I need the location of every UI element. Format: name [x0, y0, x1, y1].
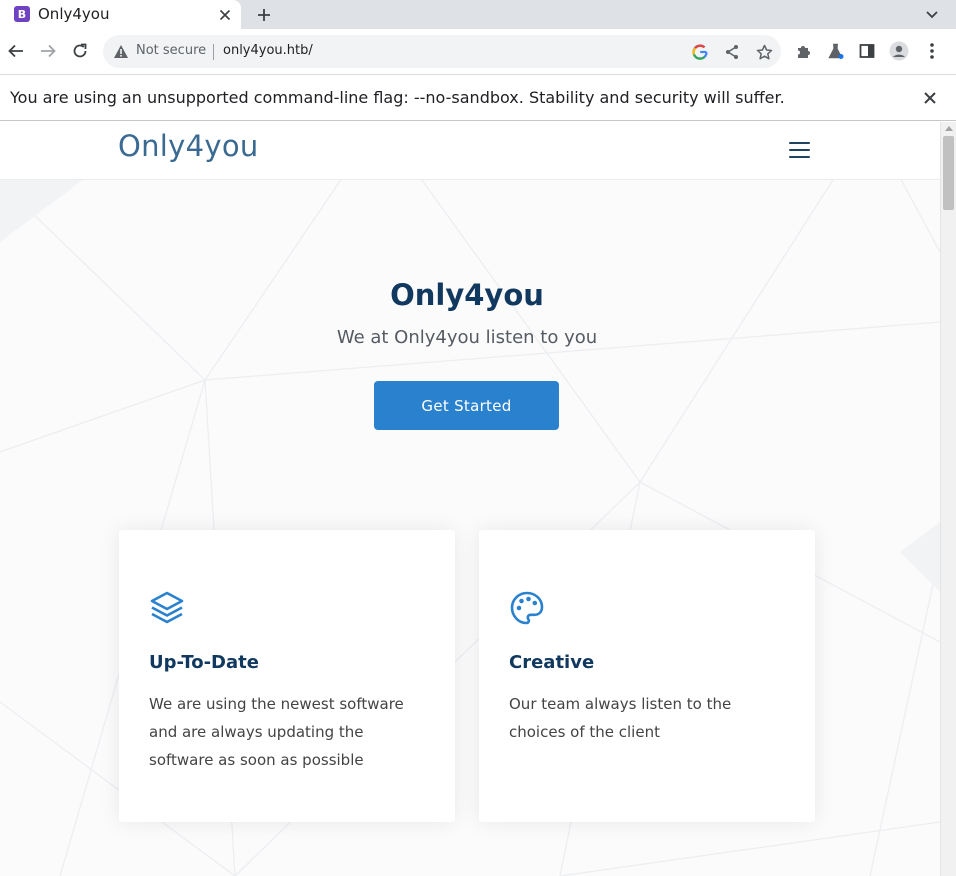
browser-tab[interactable]: B Only4you	[0, 0, 241, 29]
back-arrow-icon[interactable]	[4, 39, 28, 63]
infobar-message: You are using an unsupported command-lin…	[10, 88, 785, 107]
forward-arrow-icon[interactable]	[36, 39, 60, 63]
card-title: Creative	[509, 652, 595, 673]
flask-extension-icon[interactable]	[825, 41, 845, 61]
tab-title: Only4you	[38, 5, 110, 23]
site-navbar: Only4you	[0, 122, 940, 180]
site-logo[interactable]: Only4you	[118, 129, 259, 163]
bookmark-star-icon[interactable]	[755, 43, 773, 61]
infobar-close-icon[interactable]	[920, 88, 940, 108]
share-icon[interactable]	[723, 43, 741, 61]
feature-card-up-to-date: Up-To-Date We are using the newest softw…	[119, 530, 455, 822]
tab-search-chevron-icon[interactable]	[921, 5, 943, 25]
google-lens-icon[interactable]	[691, 43, 709, 61]
new-tab-icon[interactable]	[253, 4, 275, 26]
layers-icon	[150, 591, 184, 624]
palette-icon	[510, 591, 544, 625]
warning-icon[interactable]	[112, 43, 129, 60]
hamburger-menu-icon[interactable]	[789, 140, 811, 160]
hero-subtitle: We at Only4you listen to you	[336, 327, 598, 348]
page-viewport: Only4you Only4you We at Only4you listen …	[0, 122, 940, 876]
card-text: Our team always listen to the choices of…	[509, 695, 732, 741]
favicon-icon: B	[14, 6, 30, 22]
address-bar[interactable]: Not secure only4you.htb/	[103, 35, 781, 68]
card-text: We are using the newest software and are…	[149, 695, 404, 769]
omnibox-divider	[213, 44, 214, 60]
scroll-thumb[interactable]	[943, 136, 954, 210]
browser-menu-icon[interactable]	[922, 41, 942, 61]
profile-avatar-icon[interactable]	[889, 41, 909, 61]
extensions-puzzle-icon[interactable]	[793, 41, 813, 61]
url-text[interactable]: only4you.htb/	[223, 43, 313, 58]
side-panel-icon[interactable]	[857, 41, 877, 61]
card-title: Up-To-Date	[149, 652, 259, 673]
hero-title: Only4you	[390, 278, 544, 312]
tab-close-icon[interactable]	[216, 6, 234, 24]
feature-card-creative: Creative Our team always listen to the c…	[479, 530, 815, 822]
tab-strip: B Only4you	[0, 0, 956, 29]
get-started-button[interactable]: Get Started	[374, 381, 559, 430]
browser-toolbar: Not secure only4you.htb/	[0, 29, 956, 74]
scroll-up-arrow-icon[interactable]	[945, 126, 953, 131]
reload-icon[interactable]	[68, 39, 92, 63]
warning-infobar: You are using an unsupported command-lin…	[0, 74, 956, 121]
page-scrollbar[interactable]	[940, 122, 956, 876]
security-label[interactable]: Not secure	[136, 43, 206, 58]
